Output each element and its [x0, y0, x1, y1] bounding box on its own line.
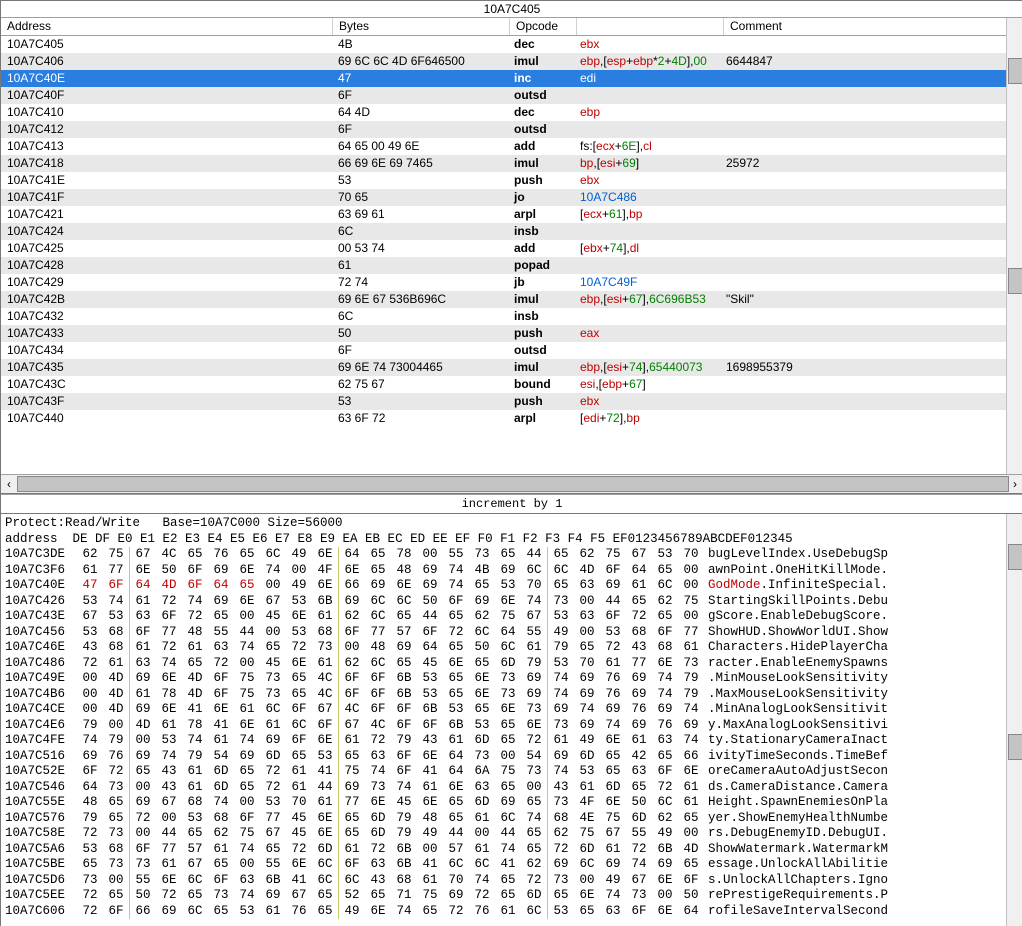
disasm-row[interactable]: 10A7C4126Foutsd	[1, 121, 1022, 138]
col-args-spacer	[577, 18, 724, 35]
hex-row[interactable]: 10A7C5BE65737361676500556E6C6F636B416C6C…	[5, 857, 1019, 873]
disasm-row[interactable]: 10A7C40E47incedi	[1, 70, 1022, 87]
disasm-vscroll[interactable]	[1006, 18, 1022, 474]
col-comment[interactable]: Comment	[724, 18, 1022, 35]
disasm-rows[interactable]: 10A7C4054Bdecebx10A7C40669 6C 6C 4D 6F64…	[1, 36, 1022, 474]
disasm-header: Address Bytes Opcode Comment	[1, 18, 1022, 36]
disasm-row[interactable]: 10A7C42500 53 74add[ebx+74],dl	[1, 240, 1022, 257]
disasm-row[interactable]: 10A7C40F6Foutsd	[1, 87, 1022, 104]
hex-row[interactable]: 10A7C516697669747954696D655365636F6E6473…	[5, 749, 1019, 765]
hex-row[interactable]: 10A7C3F661776E506F696E74004F6E654869744B…	[5, 563, 1019, 579]
disasm-row[interactable]: 10A7C41E53pushebx	[1, 172, 1022, 189]
hex-row[interactable]: 10A7C4265374617274696E67536B696C6C506F69…	[5, 594, 1019, 610]
disasm-row[interactable]: 10A7C42861popad	[1, 257, 1022, 274]
disasm-row[interactable]: 10A7C42163 69 61arpl[ecx+61],bp	[1, 206, 1022, 223]
disasm-row[interactable]: 10A7C4246Cinsb	[1, 223, 1022, 240]
hexdump-pane[interactable]: Protect:Read/Write Base=10A7C000 Size=56…	[1, 514, 1022, 926]
scroll-left-icon[interactable]: ‹	[1, 476, 17, 492]
disasm-row[interactable]: 10A7C43C62 75 67boundesi,[ebp+67]	[1, 376, 1022, 393]
scroll-right-icon[interactable]: ›	[1007, 476, 1022, 492]
hex-row[interactable]: 10A7C40E476F644D6F646500496E66696E697465…	[5, 578, 1019, 594]
hex-row[interactable]: 10A7C46E43686172616374657273004869646550…	[5, 640, 1019, 656]
hex-row[interactable]: 10A7C49E004D696E4D6F7573654C6F6F6B53656E…	[5, 671, 1019, 687]
hex-row[interactable]: 10A7C5A653686F7757617465726D61726B005761…	[5, 842, 1019, 858]
hex-vscroll[interactable]	[1006, 514, 1022, 926]
disasm-row[interactable]: 10A7C41364 65 00 49 6Eaddfs:[ecx+6E],cl	[1, 138, 1022, 155]
disassembly-pane: 10A7C405 Address Bytes Opcode Comment 10…	[1, 1, 1022, 494]
hex-row[interactable]: 10A7C5D67300556E6C6F636B416C6C4368617074…	[5, 873, 1019, 889]
hex-row[interactable]: 10A7C43E6753636F726500456E61626C65446562…	[5, 609, 1019, 625]
hex-row[interactable]: 10A7C55E48656967687400537061776E456E656D…	[5, 795, 1019, 811]
hex-row[interactable]: 10A7C52E6F726543616D6572614175746F41646A…	[5, 764, 1019, 780]
col-opcode[interactable]: Opcode	[510, 18, 577, 35]
disasm-row[interactable]: 10A7C4326Cinsb	[1, 308, 1022, 325]
disasm-row[interactable]: 10A7C43569 6E 74 73004465imulebp,[esi+74…	[1, 359, 1022, 376]
hex-row[interactable]: 10A7C54664730043616D65726144697374616E63…	[5, 780, 1019, 796]
debugger-window: 10A7C405 Address Bytes Opcode Comment 10…	[0, 0, 1022, 926]
disasm-row[interactable]: 10A7C4346Foutsd	[1, 342, 1022, 359]
instruction-hint: increment by 1	[1, 494, 1022, 514]
disasm-title: 10A7C405	[1, 1, 1022, 18]
hex-row[interactable]: 10A7C58E7273004465627567456E656D79494400…	[5, 826, 1019, 842]
disasm-row[interactable]: 10A7C43350pusheax	[1, 325, 1022, 342]
disasm-hscroll[interactable]: ‹ ›	[1, 474, 1022, 493]
hex-row[interactable]: 10A7C3DE6275674C6576656C496E646578005573…	[5, 547, 1019, 563]
disasm-row[interactable]: 10A7C40669 6C 6C 4D 6F646500imulebp,[esp…	[1, 53, 1022, 70]
disasm-row[interactable]: 10A7C44063 6F 72arpl[edi+72],bp	[1, 410, 1022, 427]
disasm-row[interactable]: 10A7C42972 74jb10A7C49F	[1, 274, 1022, 291]
disasm-row[interactable]: 10A7C41064 4Ddecebp	[1, 104, 1022, 121]
hex-row[interactable]: 10A7C5EE72655072657374696765526571756972…	[5, 888, 1019, 904]
hex-row[interactable]: 10A7C4CE004D696E416E616C6F674C6F6F6B5365…	[5, 702, 1019, 718]
hex-row[interactable]: 10A7C4B6004D61784D6F7573654C6F6F6B53656E…	[5, 687, 1019, 703]
hex-row[interactable]: 10A7C606726F66696C6553617665496E74657276…	[5, 904, 1019, 920]
hex-row[interactable]: 10A7C5767965720053686F77456E656D79486561…	[5, 811, 1019, 827]
disasm-row[interactable]: 10A7C43F53pushebx	[1, 393, 1022, 410]
col-address[interactable]: Address	[1, 18, 333, 35]
hex-row[interactable]: 10A7C48672616374657200456E61626C65456E65…	[5, 656, 1019, 672]
col-bytes[interactable]: Bytes	[333, 18, 510, 35]
disasm-row[interactable]: 10A7C41F70 65jo10A7C486	[1, 189, 1022, 206]
disasm-row[interactable]: 10A7C4054Bdecebx	[1, 36, 1022, 53]
disasm-row[interactable]: 10A7C41866 69 6E 69 7465imulbp,[esi+69]2…	[1, 155, 1022, 172]
hex-row[interactable]: 10A7C4FE74790053746174696F6E61727943616D…	[5, 733, 1019, 749]
hex-row[interactable]: 10A7C45653686F774855440053686F77576F726C…	[5, 625, 1019, 641]
hex-row[interactable]: 10A7C4E679004D6178416E616C6F674C6F6F6B53…	[5, 718, 1019, 734]
disasm-row[interactable]: 10A7C42B69 6E 67 536B696Cimulebp,[esi+67…	[1, 291, 1022, 308]
